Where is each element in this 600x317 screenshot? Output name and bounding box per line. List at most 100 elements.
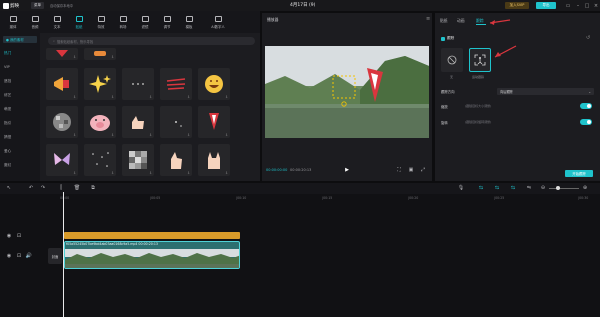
sticker-item[interactable]: ⇩ [46, 144, 78, 176]
sticker-item[interactable]: ⇩ [198, 68, 230, 100]
sticker-item[interactable]: ⇩ [122, 68, 154, 100]
tab-sticker-props[interactable]: 贴纸 [440, 18, 448, 24]
menu-button[interactable]: 菜单 [31, 2, 44, 9]
download-icon[interactable]: ⇩ [225, 95, 228, 99]
download-icon[interactable]: ⇩ [73, 171, 76, 175]
download-icon[interactable]: ⇩ [111, 95, 114, 99]
mute-icon[interactable]: 🔊 [26, 253, 32, 259]
tab-filters[interactable]: 滤镜 [136, 13, 154, 31]
download-icon[interactable]: ⇩ [149, 171, 152, 175]
download-icon[interactable]: ⇩ [111, 133, 114, 137]
sticker-item[interactable]: ⇩ [160, 144, 192, 176]
fullscreen-crop-icon[interactable]: ⛶ [396, 167, 402, 173]
pro-button[interactable]: 加入SVIP [505, 2, 529, 9]
undo-icon[interactable]: ↶ [28, 185, 34, 191]
sticker-item[interactable]: ⇩ [84, 144, 116, 176]
sticker-clip[interactable] [64, 232, 240, 239]
category-hot[interactable]: 热门 [4, 51, 11, 56]
cover-button[interactable]: 封面 [48, 248, 62, 264]
download-icon[interactable]: ⇩ [149, 95, 152, 99]
download-icon[interactable]: ⇩ [73, 95, 76, 99]
sticker-item[interactable]: ⇩ [84, 48, 116, 60]
tab-media[interactable]: 媒体 [4, 13, 22, 31]
category-variety[interactable]: 综艺 [4, 93, 11, 98]
category-my-assets[interactable]: ● 我的素材 [3, 36, 37, 43]
layout-icon[interactable]: ▭ [565, 3, 571, 9]
download-icon[interactable]: ⇩ [187, 171, 190, 175]
eye-icon[interactable]: ◉ [6, 233, 12, 239]
category-love[interactable]: 爱心 [4, 149, 11, 154]
link-main-track-icon[interactable]: ⇆ [478, 185, 484, 191]
sticker-item[interactable]: ⇩ [122, 106, 154, 138]
mode-none[interactable] [441, 48, 463, 72]
track-lock-icon[interactable]: ⊡ [16, 253, 22, 259]
download-icon[interactable]: ⇩ [225, 171, 228, 175]
download-icon[interactable]: ⇩ [187, 133, 190, 137]
minimize-icon[interactable]: – [575, 3, 581, 9]
sticker-item[interactable]: ⇩ [198, 144, 230, 176]
tab-templates[interactable]: 模板 [180, 13, 198, 31]
mode-motion-tracking[interactable] [469, 48, 491, 72]
download-icon[interactable]: ⇩ [73, 55, 76, 59]
tab-effects[interactable]: 特效 [92, 13, 110, 31]
direction-select[interactable]: 向后跟踪 ⌄ [497, 88, 594, 95]
category-vip[interactable]: VIP [4, 65, 10, 69]
lock-icon[interactable]: ⊡ [16, 233, 22, 239]
maximize-icon[interactable]: □ [584, 3, 590, 9]
category-magic[interactable]: 魔幻 [4, 163, 11, 168]
redo-icon[interactable]: ↷ [40, 185, 46, 191]
download-icon[interactable]: ⇩ [149, 133, 152, 137]
download-icon[interactable]: ⇩ [111, 171, 114, 175]
tab-stickers[interactable]: 贴纸 [70, 13, 88, 31]
category-pets[interactable]: 萌宠 [4, 107, 11, 112]
category-funny[interactable]: 搞怪 [4, 135, 11, 140]
sticker-item[interactable]: ⇩ [84, 68, 116, 100]
tab-adjust[interactable]: 调节 [158, 13, 176, 31]
sticker-item[interactable]: ⇩ [160, 106, 192, 138]
ratio-icon[interactable]: ▣ [408, 167, 414, 173]
sticker-item[interactable]: ⇩ [46, 48, 78, 60]
export-button[interactable]: 导出 [536, 2, 556, 9]
split-icon[interactable]: ⫿ [58, 185, 64, 191]
checkbox-icon[interactable] [441, 36, 445, 41]
sticker-item[interactable]: ⇩ [46, 68, 78, 100]
tab-transitions[interactable]: 转场 [114, 13, 132, 31]
sticker-item[interactable]: ⇩ [84, 106, 116, 138]
close-icon[interactable]: × [593, 3, 599, 9]
zoom-slider-handle[interactable] [556, 186, 560, 190]
sticker-search-input[interactable]: ⌕ 搜索贴纸素材，快乐寻找 [48, 37, 255, 45]
category-cover[interactable]: 遮挡 [4, 79, 11, 84]
more-icon[interactable]: ≡ [426, 16, 430, 22]
rotate-toggle[interactable] [580, 119, 592, 125]
download-icon[interactable]: ⇩ [111, 55, 114, 59]
start-tracking-button[interactable]: 开始跟踪 [565, 170, 593, 177]
sticker-item[interactable]: ⇩ [122, 144, 154, 176]
download-icon[interactable]: ⇩ [187, 95, 190, 99]
reset-icon[interactable]: ↺ [586, 35, 590, 41]
select-cursor-icon[interactable]: ↖ [6, 185, 12, 191]
sticker-item[interactable]: ⇩ [160, 68, 192, 100]
linkage-icon[interactable]: ⇆ [510, 185, 516, 191]
preview-axis-icon[interactable]: ⇋ [526, 185, 532, 191]
tab-ai-avatar[interactable]: AI数字人 [204, 13, 232, 31]
play-icon[interactable]: ▶ [344, 167, 350, 173]
scale-toggle[interactable] [580, 103, 592, 109]
tab-text[interactable]: 文本 [48, 13, 66, 31]
zoom-in-icon[interactable]: ⊕ [582, 185, 588, 191]
freeze-icon[interactable]: ⧉ [90, 185, 96, 191]
sticker-item[interactable]: ⇩ [198, 106, 230, 138]
sticker-item[interactable]: ⇩ [46, 106, 78, 138]
category-guide[interactable]: 指引 [4, 121, 11, 126]
playhead[interactable] [63, 192, 64, 317]
zoom-slider[interactable] [549, 188, 579, 189]
video-preview[interactable] [265, 46, 429, 138]
track-eye-icon[interactable]: ◉ [6, 253, 12, 259]
tracking-section-header[interactable]: 跟踪 [441, 36, 454, 41]
snap-icon[interactable]: ⇆ [494, 185, 500, 191]
download-icon[interactable]: ⇩ [225, 133, 228, 137]
microphone-icon[interactable]: 🎙 [458, 185, 464, 191]
tab-audio[interactable]: 音频 [26, 13, 44, 31]
zoom-out-icon[interactable]: ⊖ [540, 185, 546, 191]
tab-animation[interactable]: 动画 [457, 18, 465, 24]
delete-icon[interactable]: 🗑 [74, 185, 80, 191]
